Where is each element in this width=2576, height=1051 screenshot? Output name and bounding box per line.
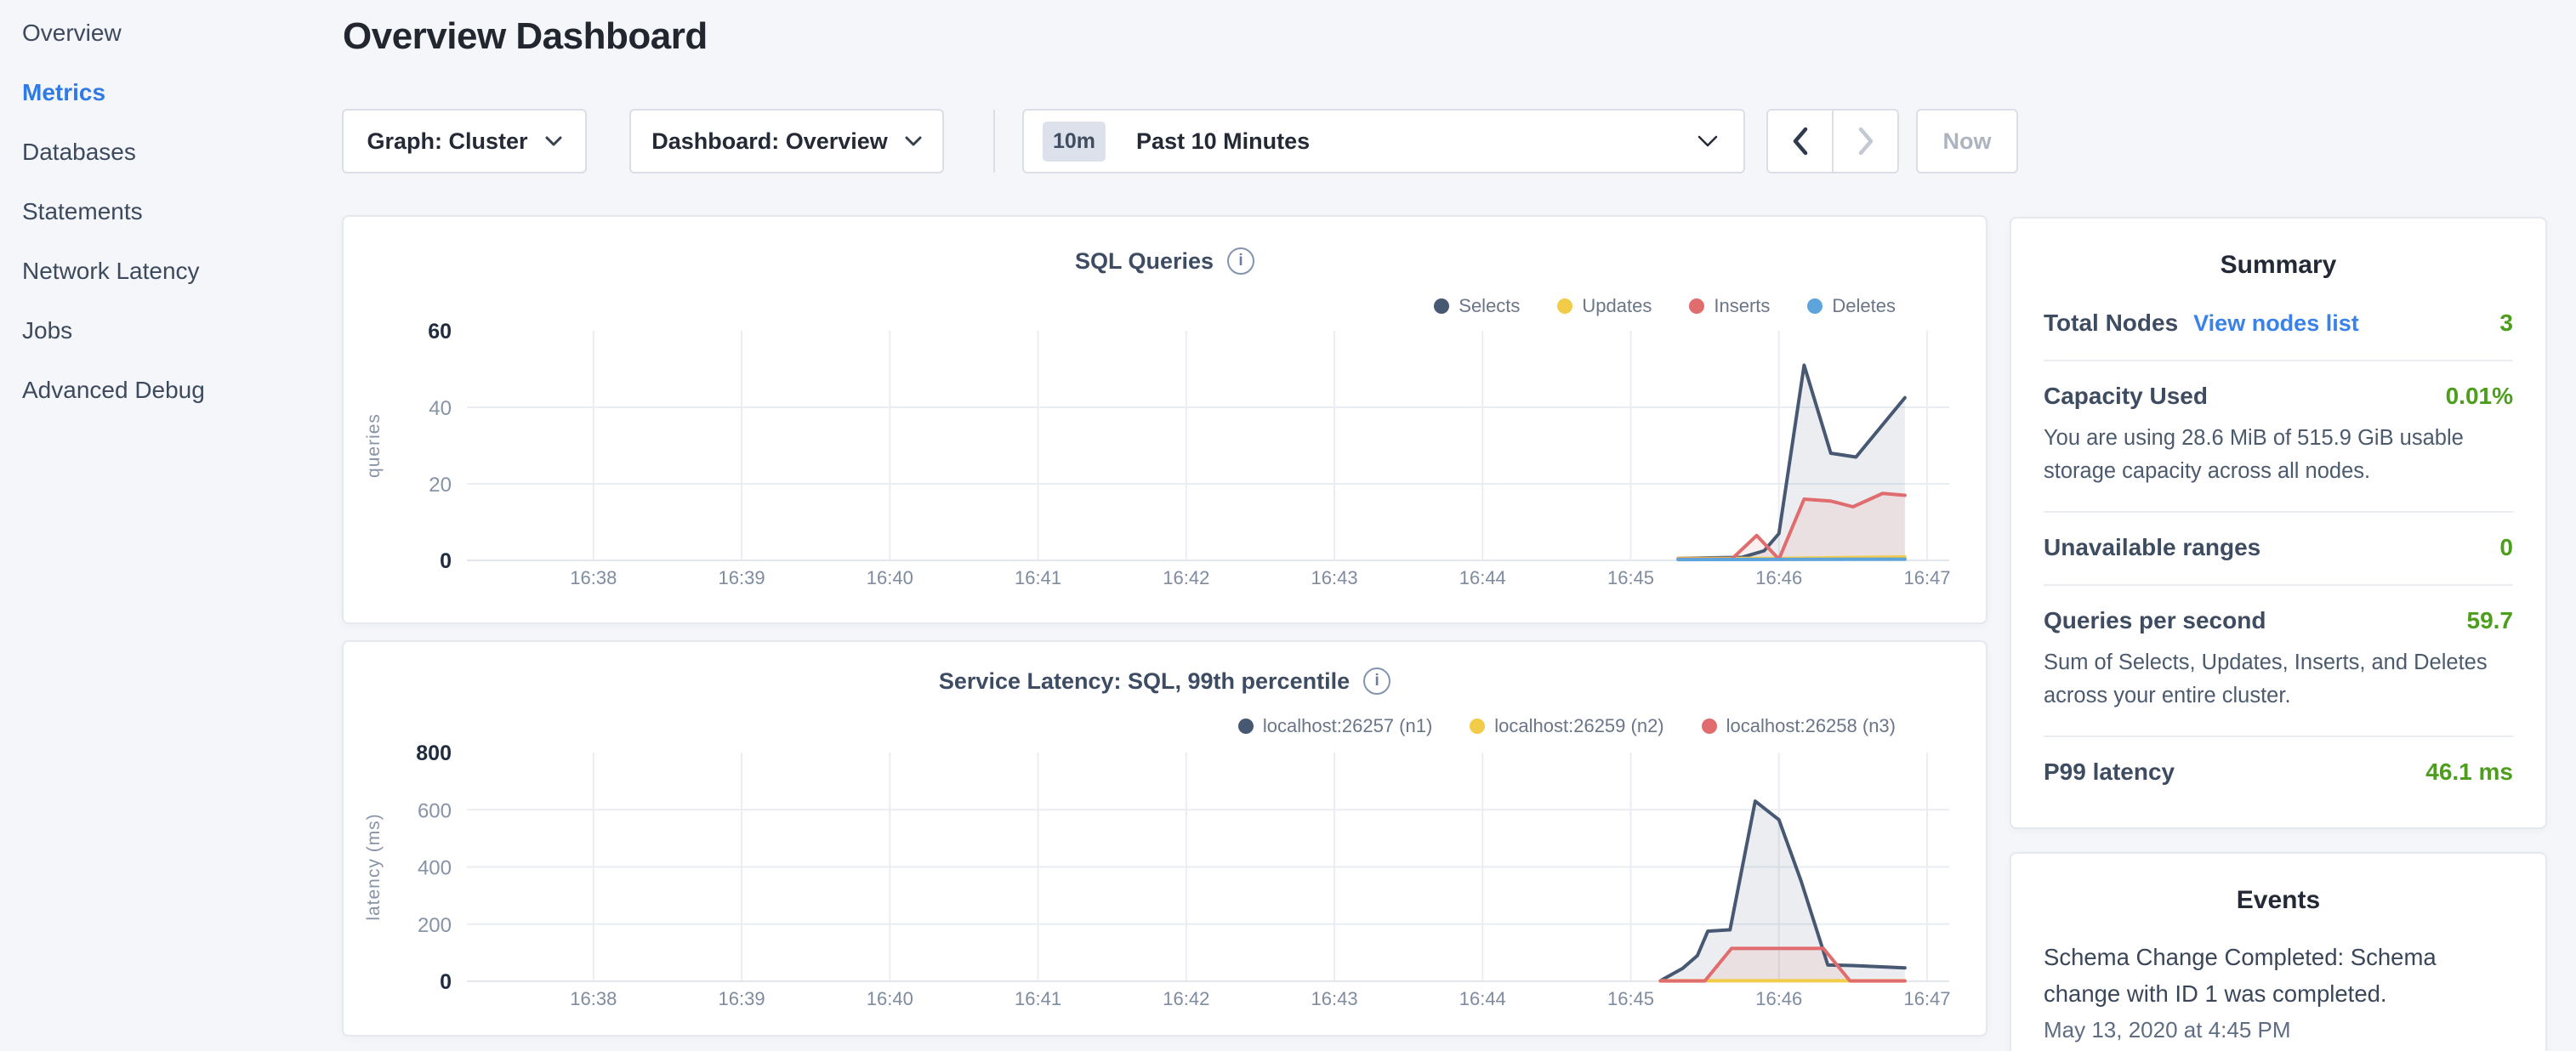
svg-text:16:47: 16:47 [1903, 988, 1950, 1009]
svg-text:16:38: 16:38 [570, 567, 617, 588]
sidebar-item-jobs[interactable]: Jobs [0, 301, 342, 361]
time-nav-group [1766, 109, 1899, 173]
summary-row-description: Sum of Selects, Updates, Inserts, and De… [2044, 646, 2513, 713]
summary-row-main: Total Nodes View nodes list 3 [2044, 310, 2513, 337]
summary-row-value: 59.7 [2467, 607, 2514, 634]
service-latency-plot: 0 200 400 600 800 16:38 16:39 16:40 16:41 16:42 16… [344, 642, 1989, 1038]
summary-panel: Summary Total Nodes View nodes list 3 Capac… [2010, 217, 2547, 829]
app-root: OverviewMetricsDatabasesStatementsNetwor… [0, 0, 2576, 1051]
toolbar-divider [993, 110, 995, 173]
svg-text:16:39: 16:39 [719, 567, 765, 588]
graph-dropdown-label: Graph: Cluster [367, 128, 527, 155]
summary-row-value: 0.01% [2446, 383, 2513, 410]
svg-text:16:39: 16:39 [719, 988, 765, 1009]
sidebar-item-network-latency[interactable]: Network Latency [0, 241, 342, 301]
view-nodes-list-link[interactable]: View nodes list [2193, 310, 2359, 337]
svg-text:40: 40 [429, 397, 452, 420]
time-window-picker[interactable]: 10m Past 10 Minutes [1022, 109, 1745, 173]
svg-text:200: 200 [418, 914, 452, 937]
svg-text:16:42: 16:42 [1163, 988, 1209, 1009]
sql-queries-chart-card: SQL Queries i SelectsUpdatesInsertsDelet… [342, 215, 1987, 624]
chevron-down-icon [905, 136, 922, 146]
summary-row-unavailable-ranges: Unavailable ranges 0 [2044, 513, 2513, 586]
svg-text:16:38: 16:38 [570, 988, 617, 1009]
svg-text:16:42: 16:42 [1163, 567, 1209, 588]
svg-text:16:45: 16:45 [1607, 567, 1654, 588]
sidebar: OverviewMetricsDatabasesStatementsNetwor… [0, 0, 342, 1051]
chevron-right-icon [1858, 127, 1874, 156]
svg-text:16:40: 16:40 [867, 567, 913, 588]
svg-text:400: 400 [418, 857, 452, 880]
time-backward-button[interactable] [1768, 111, 1832, 172]
svg-text:20: 20 [429, 474, 452, 497]
event-timestamp: May 13, 2020 at 4:45 PM [2044, 1017, 2513, 1043]
time-window-label: Past 10 Minutes [1136, 128, 1310, 155]
summary-row-queries-per-second: Queries per second 59.7 Sum of Selects, Up… [2044, 586, 2513, 737]
summary-row-capacity-used: Capacity Used 0.01% You are using 28.6 MiB… [2044, 361, 2513, 513]
svg-text:16:45: 16:45 [1607, 988, 1654, 1009]
summary-row-label: Total Nodes [2044, 310, 2178, 337]
event-text: Schema Change Completed: Schema change w… [2044, 939, 2513, 1012]
summary-row-label: Capacity Used [2044, 383, 2208, 410]
svg-text:600: 600 [418, 799, 452, 822]
svg-text:16:41: 16:41 [1015, 567, 1061, 588]
summary-row-main: Capacity Used 0.01% [2044, 383, 2513, 410]
summary-rows: Total Nodes View nodes list 3 Capacity Used… [2011, 280, 2545, 809]
svg-text:16:44: 16:44 [1459, 567, 1506, 588]
summary-row-label: Queries per second [2044, 607, 2266, 634]
svg-text:queries: queries [364, 413, 384, 478]
summary-title: Summary [2011, 219, 2545, 280]
event-item: Schema Change Completed: Schema change w… [2044, 939, 2513, 1043]
summary-row-main: Unavailable ranges 0 [2044, 534, 2513, 561]
svg-text:16:44: 16:44 [1459, 988, 1506, 1009]
sql-queries-plot: 0 20 40 60 16:38 16:39 16:40 16:41 16:42 16:43 16:… [344, 217, 1989, 626]
summary-row-total-nodes: Total Nodes View nodes list 3 [2044, 288, 2513, 361]
svg-text:16:43: 16:43 [1311, 988, 1358, 1009]
summary-row-value: 0 [2499, 534, 2513, 561]
sidebar-item-statements[interactable]: Statements [0, 182, 342, 241]
sidebar-item-overview[interactable]: Overview [0, 3, 342, 63]
now-button[interactable]: Now [1916, 109, 2018, 173]
events-list: Schema Change Completed: Schema change w… [2011, 915, 2545, 1043]
svg-text:60: 60 [428, 320, 452, 344]
svg-text:16:43: 16:43 [1311, 567, 1358, 588]
summary-row-label: Unavailable ranges [2044, 534, 2260, 561]
events-panel: Events Schema Change Completed: Schema c… [2010, 852, 2547, 1051]
summary-row-label: P99 latency [2044, 758, 2175, 786]
svg-text:800: 800 [416, 741, 452, 765]
service-latency-chart-card: Service Latency: SQL, 99th percentile i … [342, 640, 1987, 1037]
svg-text:16:46: 16:46 [1755, 567, 1802, 588]
svg-text:latency (ms): latency (ms) [364, 813, 384, 920]
svg-text:16:47: 16:47 [1903, 567, 1950, 588]
dashboard-dropdown-label: Dashboard: Overview [651, 128, 888, 155]
summary-row-description: You are using 28.6 MiB of 515.9 GiB usab… [2044, 422, 2513, 488]
time-forward-button[interactable] [1832, 111, 1897, 172]
page-title: Overview Dashboard [343, 15, 708, 58]
svg-text:16:40: 16:40 [867, 988, 913, 1009]
svg-text:16:46: 16:46 [1755, 988, 1802, 1009]
summary-row-main: P99 latency 46.1 ms [2044, 758, 2513, 786]
svg-text:0: 0 [440, 970, 452, 994]
events-title: Events [2011, 854, 2545, 915]
sidebar-item-databases[interactable]: Databases [0, 122, 342, 182]
sidebar-item-metrics[interactable]: Metrics [0, 63, 342, 122]
time-window-badge: 10m [1043, 122, 1106, 162]
summary-row-value: 46.1 ms [2425, 758, 2513, 786]
summary-row-main: Queries per second 59.7 [2044, 607, 2513, 634]
chevron-down-icon [545, 136, 562, 146]
graph-dropdown[interactable]: Graph: Cluster [342, 109, 587, 173]
dashboard-dropdown[interactable]: Dashboard: Overview [629, 109, 944, 173]
svg-text:16:41: 16:41 [1015, 988, 1061, 1009]
sidebar-item-advanced-debug[interactable]: Advanced Debug [0, 361, 342, 420]
svg-text:0: 0 [440, 549, 452, 573]
chevron-left-icon [1793, 127, 1808, 156]
summary-row-p99-latency: P99 latency 46.1 ms [2044, 737, 2513, 809]
summary-row-value: 3 [2499, 310, 2513, 337]
chevron-down-icon [1697, 135, 1718, 147]
